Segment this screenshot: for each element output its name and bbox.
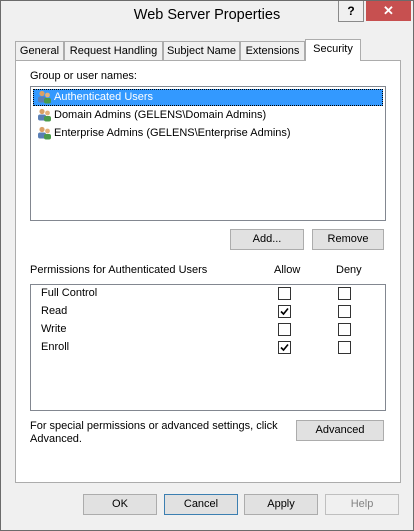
special-permissions-text-line1: For special permissions or advanced sett… [30, 420, 278, 432]
title-bar[interactable]: Web Server Properties ? ✕ [1, 1, 413, 32]
tab-subject-name[interactable]: Subject Name [163, 41, 240, 60]
tab-request-handling[interactable]: Request Handling [64, 41, 163, 60]
deny-read-checkbox[interactable] [338, 305, 351, 318]
special-permissions-text-line2: Advanced. [30, 433, 82, 445]
tab-security[interactable]: Security [305, 39, 361, 61]
deny-column-header: Deny [336, 264, 362, 276]
checkmark-icon [280, 343, 289, 352]
list-item-authenticated-users[interactable]: Authenticated Users [33, 89, 383, 106]
dialog-window: Web Server Properties ? ✕ General Reques… [0, 0, 414, 531]
users-icon [38, 126, 51, 140]
list-item-domain-admins[interactable]: Domain Admins (GELENS\Domain Admins) [33, 107, 266, 124]
title-help-button[interactable]: ? [338, 1, 364, 22]
permissions-list: Full Control Read Write Enroll [30, 284, 386, 411]
help-button[interactable]: Help [325, 494, 399, 515]
allow-read-checkbox[interactable] [278, 305, 291, 318]
allow-column-header: Allow [274, 264, 301, 276]
users-icon [38, 108, 51, 122]
group-or-user-names-label: Group or user names: [30, 70, 137, 82]
advanced-button[interactable]: Advanced [296, 420, 384, 441]
permission-name-write: Write [41, 323, 67, 335]
allow-enroll-checkbox[interactable] [278, 341, 291, 354]
cancel-button[interactable]: Cancel [164, 494, 238, 515]
users-icon [38, 90, 51, 104]
list-item-enterprise-admins[interactable]: Enterprise Admins (GELENS\Enterprise Adm… [33, 125, 291, 142]
permission-name-full-control: Full Control [41, 287, 98, 299]
close-icon: ✕ [383, 3, 394, 18]
permission-name-read: Read [41, 305, 68, 317]
user-list[interactable]: Authenticated Users Domain Admins (GELEN… [30, 86, 386, 221]
permission-name-enroll: Enroll [41, 341, 70, 353]
tab-general[interactable]: General [15, 41, 64, 60]
allow-write-checkbox[interactable] [278, 323, 291, 336]
ok-button[interactable]: OK [83, 494, 157, 515]
apply-button[interactable]: Apply [244, 494, 318, 515]
close-button[interactable]: ✕ [366, 1, 411, 21]
remove-button[interactable]: Remove [312, 229, 384, 250]
user-name: Enterprise Admins (GELENS\Enterprise Adm… [54, 127, 291, 139]
deny-write-checkbox[interactable] [338, 323, 351, 336]
allow-full-control-checkbox[interactable] [278, 287, 291, 300]
security-panel: Group or user names: Authenticated Users… [15, 60, 401, 483]
user-name: Domain Admins (GELENS\Domain Admins) [54, 109, 267, 121]
tab-extensions[interactable]: Extensions [240, 41, 305, 60]
permissions-label: Permissions for Authenticated Users [30, 264, 208, 276]
add-button[interactable]: Add... [230, 229, 304, 250]
deny-enroll-checkbox[interactable] [338, 341, 351, 354]
dialog-button-bar: OK Cancel Apply Help [1, 488, 413, 530]
checkmark-icon [280, 307, 289, 316]
deny-full-control-checkbox[interactable] [338, 287, 351, 300]
user-name: Authenticated Users [54, 91, 154, 103]
